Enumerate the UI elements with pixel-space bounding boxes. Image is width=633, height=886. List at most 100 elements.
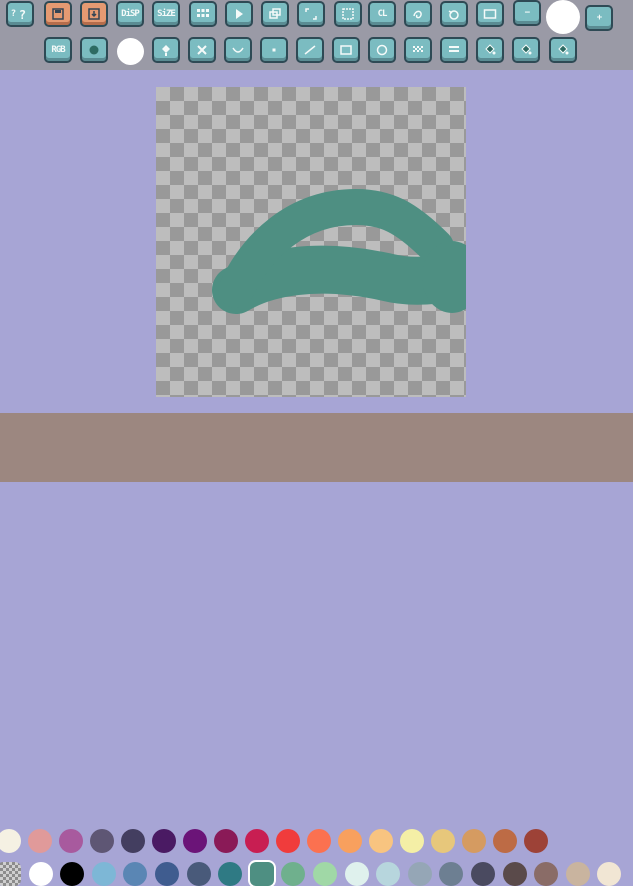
color-swatch[interactable]	[471, 862, 495, 886]
rect-button[interactable]	[332, 37, 360, 63]
play-button[interactable]	[225, 1, 253, 27]
brush-size-preview	[546, 0, 580, 34]
color-swatch[interactable]	[369, 829, 393, 853]
checker-icon	[411, 43, 425, 57]
tone1-button[interactable]	[404, 37, 432, 63]
color-swatch[interactable]	[28, 829, 52, 853]
color-swatch[interactable]	[502, 862, 527, 886]
load-button[interactable]	[80, 1, 108, 27]
color-swatch[interactable]	[597, 862, 622, 886]
ellipse-button[interactable]	[368, 37, 396, 63]
circle-icon	[87, 43, 101, 57]
transparent-swatch[interactable]	[0, 862, 21, 886]
grid-button[interactable]	[189, 1, 217, 27]
selection-icon	[341, 7, 355, 21]
color-swatch[interactable]	[493, 829, 517, 853]
select-button[interactable]	[334, 1, 362, 27]
color-swatch[interactable]	[276, 829, 300, 853]
save-button[interactable]	[44, 1, 72, 27]
frame-icon	[483, 7, 497, 21]
drawing-canvas[interactable]	[156, 87, 466, 397]
color-swatch[interactable]	[152, 829, 176, 853]
curve-button[interactable]	[224, 37, 252, 63]
copy-icon	[268, 7, 282, 21]
clear-label: CL	[377, 9, 388, 19]
rgb-button[interactable]: RGB	[44, 37, 72, 63]
current-brush-preview	[117, 38, 144, 65]
color-swatch[interactable]	[183, 829, 207, 853]
corners-icon	[304, 7, 318, 21]
color-swatch[interactable]	[155, 862, 179, 886]
bucket-icon	[556, 43, 570, 57]
color-swatch[interactable]	[338, 829, 362, 853]
undo-button[interactable]	[404, 1, 432, 27]
color-button[interactable]	[80, 37, 108, 63]
copy-layer-button[interactable]	[261, 1, 289, 27]
save-icon	[51, 7, 65, 21]
size-button[interactable]: SiZE	[152, 1, 180, 27]
size-label: SiZE	[157, 9, 176, 19]
color-swatch[interactable]	[344, 862, 369, 886]
color-swatch[interactable]	[407, 862, 432, 886]
color-swatch[interactable]	[565, 862, 590, 886]
color-swatch[interactable]	[245, 829, 269, 853]
toolbar: ?? DiSP SiZE CL RGB − +	[0, 0, 633, 70]
canvas-drawing	[212, 188, 466, 314]
erase-button[interactable]	[188, 37, 216, 63]
color-swatch[interactable]	[534, 862, 559, 886]
disp-button[interactable]: DiSP	[116, 1, 144, 27]
color-swatch[interactable]	[431, 829, 455, 853]
color-swatch[interactable]	[0, 829, 21, 853]
color-swatch[interactable]	[59, 829, 83, 853]
checker-dense-icon	[447, 43, 461, 57]
help-button[interactable]: ??	[6, 1, 34, 27]
disp-label: DiSP	[121, 9, 140, 19]
line-icon	[303, 43, 317, 57]
color-swatch[interactable]	[90, 829, 114, 853]
color-swatch[interactable]	[218, 862, 243, 886]
color-swatch[interactable]	[439, 862, 464, 886]
dot-icon	[267, 43, 281, 57]
color-swatch[interactable]	[249, 862, 274, 886]
rotate-button[interactable]	[440, 1, 468, 27]
color-swatch[interactable]	[123, 862, 148, 886]
curve-icon	[231, 43, 245, 57]
ellipse-icon	[375, 43, 389, 57]
size-plus-button[interactable]: +	[585, 5, 613, 31]
download-icon	[87, 7, 101, 21]
line-button[interactable]	[296, 37, 324, 63]
fit-button[interactable]	[297, 1, 325, 27]
minus-icon: −	[524, 8, 531, 18]
bucket-icon	[519, 43, 533, 57]
color-palette	[0, 413, 633, 886]
x-icon	[195, 43, 209, 57]
color-swatch[interactable]	[400, 829, 424, 853]
color-swatch[interactable]	[376, 862, 401, 886]
clear-button[interactable]: CL	[368, 1, 396, 27]
question-icon: ?	[15, 7, 29, 21]
color-swatch[interactable]	[307, 829, 331, 853]
color-swatch[interactable]	[214, 829, 238, 853]
color-swatch[interactable]	[28, 862, 53, 886]
plus-icon: +	[596, 13, 603, 23]
fill-icon	[159, 43, 173, 57]
tone2-button[interactable]	[440, 37, 468, 63]
fill-button[interactable]	[152, 37, 180, 63]
color-swatch[interactable]	[60, 862, 85, 886]
play-icon	[232, 7, 246, 21]
color-swatch[interactable]	[281, 862, 306, 886]
bucket-button[interactable]	[476, 37, 504, 63]
bucket2-button[interactable]	[512, 37, 540, 63]
color-swatch[interactable]	[313, 862, 337, 886]
color-swatch[interactable]	[91, 862, 116, 886]
frame-button[interactable]	[476, 1, 504, 27]
bucket3-button[interactable]	[549, 37, 577, 63]
color-swatch[interactable]	[524, 829, 548, 853]
dot-button[interactable]	[260, 37, 288, 63]
color-swatch[interactable]	[186, 862, 211, 886]
color-swatch[interactable]	[121, 829, 145, 853]
color-swatch[interactable]	[462, 829, 486, 853]
rgb-label: RGB	[51, 45, 65, 55]
grid-icon	[196, 7, 210, 21]
size-minus-button[interactable]: −	[513, 0, 541, 26]
